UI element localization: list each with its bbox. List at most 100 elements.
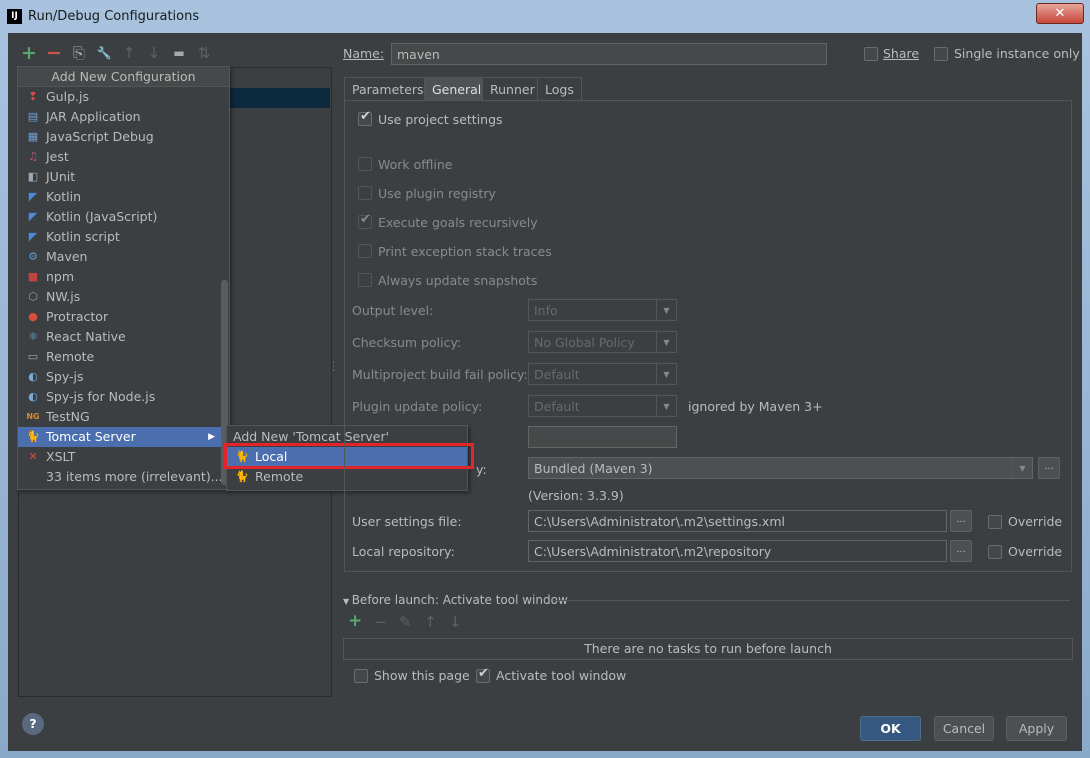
close-window-button[interactable]: ✕ [1036, 3, 1084, 24]
tab-runner[interactable]: Runner [482, 77, 543, 101]
ignored-by-maven-note: ignored by Maven 3+ [688, 399, 823, 414]
popup-item-tomcat-server[interactable]: 🐈 Tomcat Server ▶ [18, 427, 229, 447]
popup-item-xslt[interactable]: ✕ XSLT [18, 447, 229, 467]
splitter-handle[interactable]: · · · [332, 357, 335, 376]
user-settings-override-checkbox[interactable] [988, 515, 1002, 529]
user-settings-label: User settings file: [352, 514, 462, 529]
work-offline-checkbox[interactable] [358, 157, 372, 171]
apply-button[interactable]: Apply [1006, 716, 1067, 741]
local-repository-browse-button[interactable]: ... [950, 540, 972, 562]
popup-item-label: Spy-js for Node.js [46, 389, 156, 404]
jest-icon: ♫ [28, 150, 38, 163]
jar-icon: ▤ [27, 110, 39, 123]
move-down-icon[interactable]: ↓ [145, 43, 163, 63]
multiproject-policy-label: Multiproject build fail policy: [352, 367, 528, 382]
expand-triangle-icon: ▼ [343, 597, 352, 606]
dialog-window: IJ Run/Debug Configurations ✕ + − ⎘ 🔧 ↑ … [0, 0, 1090, 758]
tab-general[interactable]: General [424, 77, 490, 101]
remove-task-icon[interactable]: − [374, 613, 387, 631]
multiproject-policy-combo[interactable]: Default ▼ [528, 363, 677, 385]
use-project-settings-label: Use project settings [378, 112, 503, 127]
edit-defaults-icon[interactable]: 🔧 [95, 43, 113, 63]
move-task-up-icon[interactable]: ↑ [424, 613, 437, 631]
activate-tool-window-checkbox[interactable] [476, 666, 490, 683]
popup-item-remote[interactable]: ▭ Remote [18, 347, 229, 367]
edit-task-icon[interactable]: ✎ [399, 613, 412, 631]
folder-icon[interactable]: ▬ [170, 43, 188, 63]
chevron-down-icon: ▼ [656, 396, 676, 416]
kotlin-icon: ◤ [28, 190, 38, 203]
maven-icon: ⚙ [28, 250, 38, 263]
use-project-settings-checkbox[interactable] [358, 109, 372, 126]
popup-item-maven[interactable]: ⚙ Maven [18, 247, 229, 267]
chevron-down-icon: ▼ [656, 364, 676, 384]
chevron-down-icon: ▼ [656, 300, 676, 320]
chevron-down-icon: ▼ [656, 332, 676, 352]
popup-item-jar-application[interactable]: ▤ JAR Application [18, 107, 229, 127]
cancel-button[interactable]: Cancel [934, 716, 994, 741]
tab-parameters[interactable]: Parameters [344, 77, 432, 101]
add-task-icon[interactable]: + [348, 611, 362, 631]
popup-item-protractor[interactable]: ● Protractor [18, 307, 229, 327]
tree-selected-row[interactable] [228, 88, 330, 108]
copy-configuration-icon[interactable]: ⎘ [70, 43, 88, 63]
checksum-policy-label: Checksum policy: [352, 335, 462, 350]
popup-item-33-items-more-irrelevant[interactable]: 33 items more (irrelevant)... [18, 467, 229, 487]
tomcat-icon: 🐈 [26, 430, 40, 443]
user-settings-browse-button[interactable]: ... [950, 510, 972, 532]
popup-item-kotlin-script[interactable]: ◤ Kotlin script [18, 227, 229, 247]
popup-item-kotlin-javascript[interactable]: ◤ Kotlin (JavaScript) [18, 207, 229, 227]
print-exception-checkbox[interactable] [358, 244, 372, 258]
popup-item-spy-js-for-node-js[interactable]: ◐ Spy-js for Node.js [18, 387, 229, 407]
popup-item-label: Gulp.js [46, 89, 89, 104]
maven-home-combo[interactable]: Bundled (Maven 3) ▼ [528, 457, 1033, 479]
use-plugin-registry-checkbox[interactable] [358, 186, 372, 200]
show-this-page-checkbox[interactable] [354, 669, 368, 683]
move-up-icon[interactable]: ↑ [120, 43, 138, 63]
popup-item-nw-js[interactable]: ⬡ NW.js [18, 287, 229, 307]
threads-input[interactable] [528, 426, 677, 448]
kotlin-script-icon: ◤ [28, 230, 38, 243]
single-instance-checkbox[interactable] [934, 47, 948, 61]
popup-item-javascript-debug[interactable]: ▦ JavaScript Debug [18, 127, 229, 147]
local-repository-override-label: Override [1008, 544, 1063, 559]
remove-configuration-icon[interactable]: − [45, 43, 63, 63]
popup-item-junit[interactable]: ◧ JUnit [18, 167, 229, 187]
local-repository-override-checkbox[interactable] [988, 545, 1002, 559]
protractor-icon: ● [28, 310, 38, 323]
popup-item-react-native[interactable]: ⚛ React Native [18, 327, 229, 347]
name-input[interactable]: maven [391, 43, 827, 65]
move-task-down-icon[interactable]: ↓ [449, 613, 462, 631]
add-configuration-icon[interactable]: + [20, 43, 38, 63]
gulp-icon: ❢ [28, 90, 38, 103]
sort-icon[interactable]: ⇅ [195, 43, 213, 63]
share-checkbox[interactable] [864, 47, 878, 61]
help-button[interactable]: ? [22, 713, 44, 735]
popup-item-label: Remote [46, 349, 95, 364]
title-bar[interactable]: IJ Run/Debug Configurations ✕ [0, 0, 1090, 33]
tomcat-remote-icon: 🐈 [235, 470, 249, 483]
popup-item-jest[interactable]: ♫ Jest [18, 147, 229, 167]
nwjs-icon: ⬡ [28, 290, 38, 303]
add-new-configuration-popup: Add New Configuration ❢ Gulp.js ▤ JAR Appli… [17, 66, 230, 490]
tab-logs[interactable]: Logs [537, 77, 582, 101]
always-update-snapshots-checkbox[interactable] [358, 273, 372, 287]
output-level-combo[interactable]: Info ▼ [528, 299, 677, 321]
popup-item-kotlin[interactable]: ◤ Kotlin [18, 187, 229, 207]
popup-item-testng[interactable]: NG TestNG [18, 407, 229, 427]
popup-item-npm[interactable]: ■ npm [18, 267, 229, 287]
maven-home-browse-button[interactable]: ... [1038, 457, 1060, 479]
use-plugin-registry-label: Use plugin registry [378, 186, 496, 201]
before-launch-header[interactable]: ▼ Before launch: Activate tool window [343, 593, 568, 607]
local-repository-input[interactable]: C:\Users\Administrator\.m2\repository [528, 540, 947, 562]
popup-item-spy-js[interactable]: ◐ Spy-js [18, 367, 229, 387]
ok-button[interactable]: OK [860, 716, 921, 741]
popup-item-label: Jest [46, 149, 69, 164]
popup-item-gulp-js[interactable]: ❢ Gulp.js [18, 87, 229, 107]
execute-goals-recursively-checkbox[interactable] [358, 212, 372, 229]
checksum-policy-combo[interactable]: No Global Policy ▼ [528, 331, 677, 353]
show-this-page-label: Show this page [374, 668, 470, 683]
user-settings-input[interactable]: C:\Users\Administrator\.m2\settings.xml [528, 510, 947, 532]
before-launch-divider [553, 600, 1070, 601]
plugin-update-policy-combo[interactable]: Default ▼ [528, 395, 677, 417]
